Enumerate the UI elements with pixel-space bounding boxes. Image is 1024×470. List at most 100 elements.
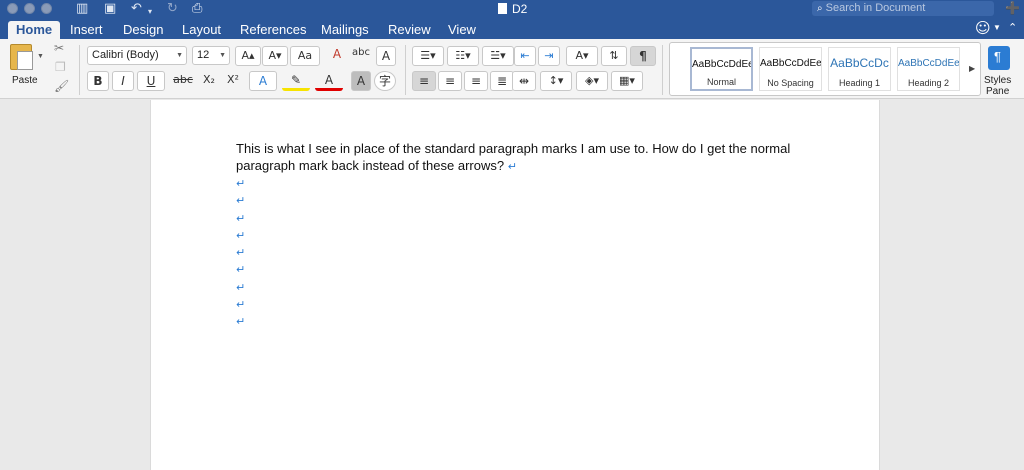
align-right-button[interactable]: ≡ bbox=[464, 71, 488, 91]
paste-dropdown-icon[interactable]: ▼ bbox=[37, 53, 44, 60]
search-box[interactable]: ⌕ bbox=[812, 1, 994, 16]
sidebar-toggle-icon[interactable]: ▥ bbox=[76, 1, 88, 16]
paragraph-mark-icon: ↵ bbox=[236, 246, 246, 260]
tab-mailings[interactable]: Mailings bbox=[313, 21, 377, 39]
redo-icon[interactable]: ↻ bbox=[167, 1, 178, 16]
close-window-button[interactable] bbox=[7, 3, 18, 14]
tab-insert[interactable]: Insert bbox=[62, 21, 111, 39]
document-area: This is what I see in place of the stand… bbox=[0, 100, 1024, 470]
font-name-value: Calibri (Body) bbox=[92, 49, 159, 61]
clear-formatting-icon[interactable]: A bbox=[326, 45, 348, 65]
align-center-button[interactable]: ≡ bbox=[438, 71, 462, 91]
font-color-button[interactable]: A bbox=[315, 71, 343, 91]
underline-button[interactable]: U bbox=[137, 71, 165, 91]
align-left-button[interactable]: ≡ bbox=[412, 71, 436, 91]
paste-button-label[interactable]: Paste bbox=[12, 75, 38, 86]
bullets-button[interactable]: ☰▾ bbox=[412, 46, 444, 66]
style-normal[interactable]: AaBbCcDdEe Normal bbox=[690, 47, 753, 91]
empty-paragraph[interactable]: ↵ bbox=[236, 226, 245, 243]
text-effects-button[interactable]: A bbox=[249, 71, 277, 91]
sort-button[interactable]: A▾ bbox=[566, 46, 598, 66]
search-input[interactable] bbox=[825, 2, 981, 14]
tab-references[interactable]: References bbox=[232, 21, 314, 39]
ribbon-separator bbox=[662, 45, 663, 95]
paste-icon[interactable] bbox=[10, 44, 33, 70]
strikethrough-button[interactable]: abc bbox=[170, 71, 196, 91]
font-size-value: 12 bbox=[197, 49, 210, 61]
empty-paragraph[interactable]: ↵ bbox=[236, 260, 245, 277]
line-spacing-button[interactable]: ↕▾ bbox=[540, 71, 572, 91]
tab-home[interactable]: Home bbox=[8, 21, 61, 39]
decrease-indent-button[interactable]: ⇤ bbox=[514, 46, 536, 66]
character-shading-button[interactable]: A bbox=[351, 71, 371, 91]
highlight-color-button[interactable]: ✎ bbox=[282, 71, 310, 91]
styles-pane-icon[interactable] bbox=[988, 46, 1010, 70]
enclose-characters-button[interactable]: 字 bbox=[374, 71, 396, 91]
phonetic-guide-button[interactable]: abc bbox=[350, 44, 372, 64]
numbering-button[interactable]: ☷▾ bbox=[447, 46, 479, 66]
subscript-button[interactable]: X₂ bbox=[198, 71, 220, 91]
change-case-button[interactable]: Aa bbox=[290, 46, 320, 66]
increase-indent-button[interactable]: ⇥ bbox=[538, 46, 560, 66]
empty-paragraph[interactable]: ↵ bbox=[236, 295, 245, 312]
document-title-text: D2 bbox=[512, 2, 528, 16]
paragraph-mark-icon: ↵ bbox=[236, 177, 246, 190]
document-paragraph[interactable]: This is what I see in place of the stand… bbox=[236, 140, 816, 175]
grow-font-button[interactable]: A▴ bbox=[235, 46, 261, 66]
cut-icon[interactable]: ✂ bbox=[54, 41, 64, 55]
paragraph-mark-icon: ↵ bbox=[236, 228, 246, 242]
empty-paragraph[interactable]: ↵ bbox=[236, 191, 245, 208]
tab-view[interactable]: View bbox=[440, 21, 484, 39]
sort-az-button[interactable]: ⇅ bbox=[601, 46, 627, 66]
style-heading-1[interactable]: AaBbCcDc Heading 1 bbox=[828, 47, 891, 91]
format-painter-icon[interactable]: 🖌 bbox=[54, 79, 69, 93]
print-icon[interactable]: ⎙ bbox=[192, 1, 202, 16]
shrink-font-button[interactable]: A▾ bbox=[262, 46, 288, 66]
tab-review[interactable]: Review bbox=[380, 21, 439, 39]
distributed-button[interactable]: ⇹ bbox=[512, 71, 536, 91]
share-icon[interactable]: ➕ bbox=[1005, 1, 1020, 15]
minimize-window-button[interactable] bbox=[24, 3, 35, 14]
italic-button[interactable]: I bbox=[112, 71, 134, 91]
copy-icon[interactable]: ❐ bbox=[55, 60, 66, 74]
paragraph-mark-icon: ↵ bbox=[236, 263, 246, 277]
tab-design[interactable]: Design bbox=[115, 21, 171, 39]
style-no-spacing[interactable]: AaBbCcDdEe No Spacing bbox=[759, 47, 822, 91]
paragraph-shading-button[interactable]: ◈▾ bbox=[576, 71, 608, 91]
style-name: No Spacing bbox=[767, 78, 814, 88]
title-bar: ▥ ▣ ↶ ▾ ↻ ⎙ D2 ⌕ ➕ bbox=[0, 0, 1024, 18]
style-name: Normal bbox=[706, 77, 736, 87]
styles-pane-button[interactable]: Styles Pane bbox=[984, 75, 1011, 97]
empty-paragraph[interactable]: ↵ bbox=[236, 278, 245, 295]
show-formatting-marks-button[interactable]: ¶ bbox=[630, 46, 656, 66]
document-icon bbox=[498, 3, 507, 14]
paragraph-mark-icon: ↵ bbox=[236, 280, 246, 294]
character-border-button[interactable]: A bbox=[376, 46, 396, 66]
superscript-button[interactable]: X² bbox=[222, 71, 244, 91]
save-icon[interactable]: ▣ bbox=[104, 1, 116, 16]
feedback-smiley-icon[interactable]: ☺ bbox=[975, 19, 991, 37]
collapse-ribbon-icon[interactable]: ⌃ bbox=[1008, 21, 1017, 34]
justify-button[interactable]: ≣ bbox=[490, 71, 514, 91]
feedback-dropdown-icon[interactable]: ▼ bbox=[993, 23, 1001, 32]
borders-button[interactable]: ▦▾ bbox=[611, 71, 643, 91]
undo-icon[interactable]: ↶ bbox=[131, 1, 142, 16]
undo-dropdown-icon[interactable]: ▾ bbox=[148, 4, 152, 19]
font-name-dropdown[interactable]: Calibri (Body) ▼ bbox=[87, 46, 187, 65]
multilevel-list-button[interactable]: ☱▾ bbox=[482, 46, 514, 66]
empty-paragraph[interactable]: ↵ bbox=[236, 174, 245, 191]
empty-paragraph[interactable]: ↵ bbox=[236, 209, 245, 226]
paragraph-mark-icon: ↵ bbox=[236, 194, 246, 208]
zoom-window-button[interactable] bbox=[41, 3, 52, 14]
document-page[interactable]: This is what I see in place of the stand… bbox=[150, 100, 880, 470]
gallery-next-icon[interactable]: ▶ bbox=[969, 64, 975, 73]
font-size-dropdown[interactable]: 12 ▼ bbox=[192, 46, 230, 65]
style-heading-2[interactable]: AaBbCcDdEe Heading 2 bbox=[897, 47, 960, 91]
style-sample: AaBbCcDc bbox=[830, 56, 889, 70]
ribbon-separator bbox=[405, 45, 406, 95]
paragraph-mark-icon: ↵ bbox=[236, 315, 246, 329]
tab-layout[interactable]: Layout bbox=[174, 21, 229, 39]
empty-paragraph[interactable]: ↵ bbox=[236, 312, 245, 329]
bold-button[interactable]: B bbox=[87, 71, 109, 91]
empty-paragraph[interactable]: ↵ bbox=[236, 243, 245, 260]
